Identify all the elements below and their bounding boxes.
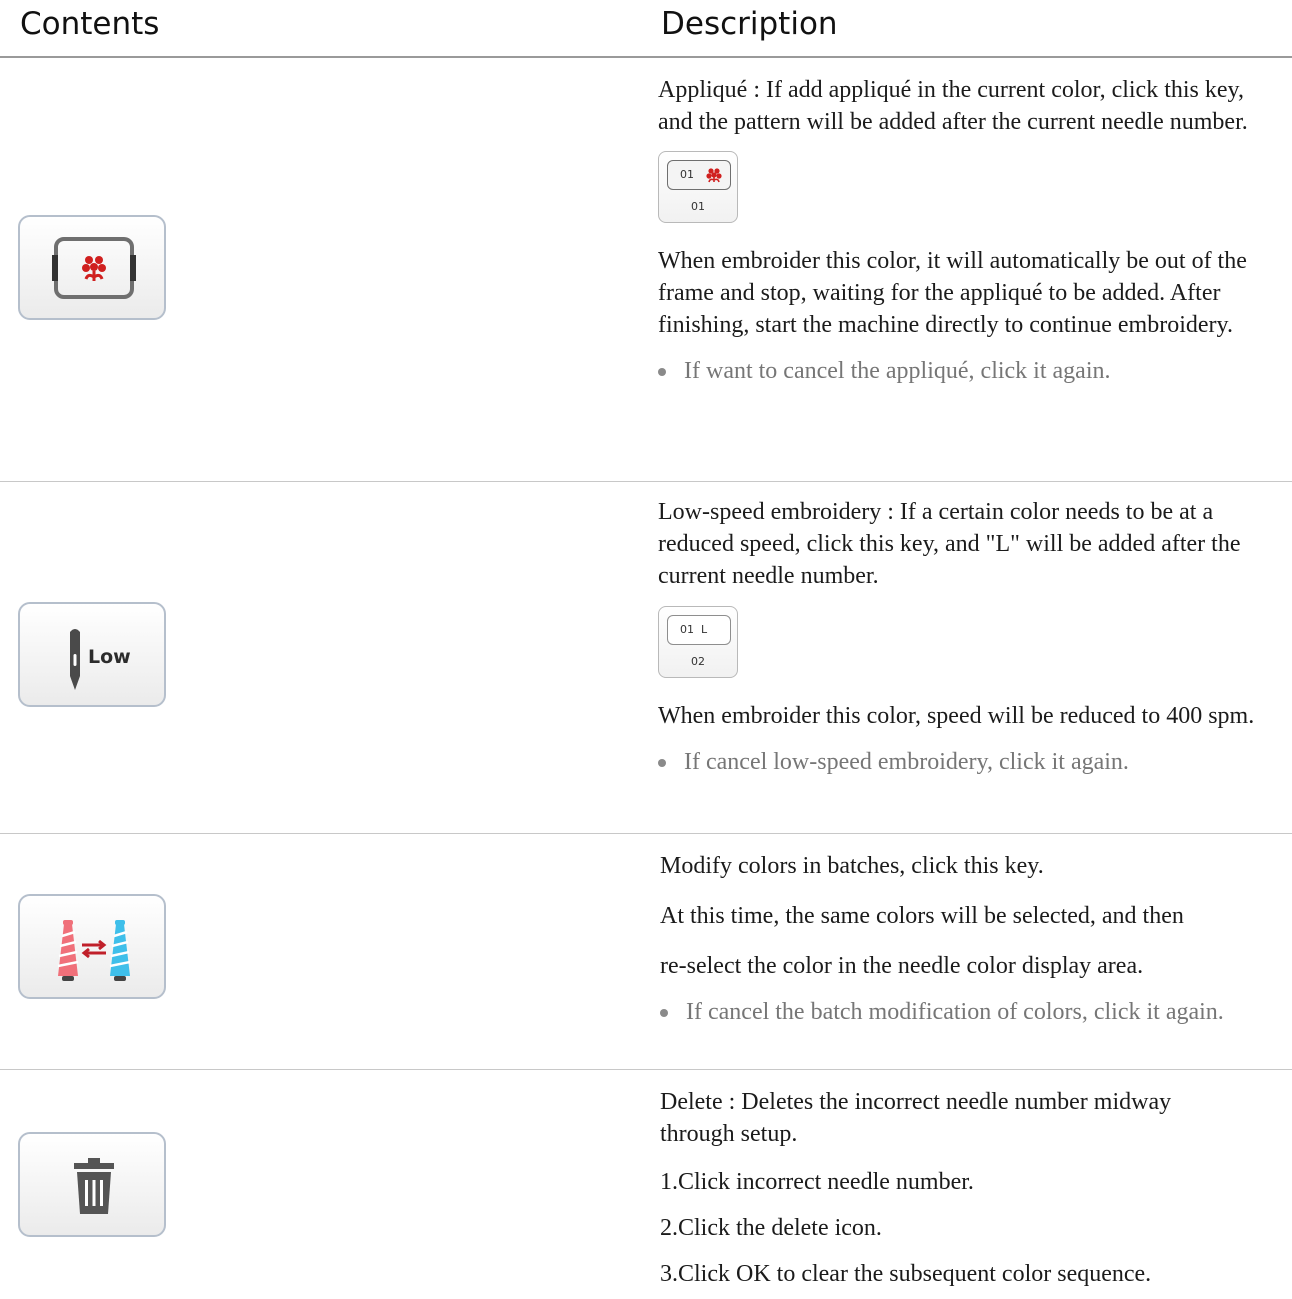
applique-frame-icon <box>52 237 136 299</box>
batch-color-line3: re-select the color in the needle color … <box>660 953 1144 979</box>
pink-thread-icon <box>57 920 79 981</box>
batch-color-note: If cancel the batch modification of colo… <box>660 996 1246 1028</box>
delete-step2: 2.Click the delete icon. <box>660 1215 882 1241</box>
low-speed-key-label: Low <box>88 646 131 668</box>
low-speed-intro: Low-speed embroidery : If a certain colo… <box>658 499 1241 589</box>
bullet-icon <box>660 1009 668 1017</box>
delete-step1: 1.Click incorrect needle number. <box>660 1169 974 1195</box>
trash-icon <box>74 1158 114 1214</box>
batch-color-line1: Modify colors in batches, click this key… <box>660 853 1044 879</box>
delete-intro: Delete : Deletes the incorrect needle nu… <box>660 1089 1172 1147</box>
table-header: Contents Description <box>0 0 1292 58</box>
applique-body: When embroider this color, it will autom… <box>658 248 1247 338</box>
flower-icon <box>706 168 722 183</box>
needle-preview-number: 02 <box>691 655 705 668</box>
needle-preview-low: 01 L 02 <box>658 606 738 678</box>
applique-note-text: If want to cancel the appliqué, click it… <box>684 358 1111 384</box>
low-speed-note: If cancel low-speed embroidery, click it… <box>658 746 1278 778</box>
needle-preview-applique: 01 01 <box>658 151 738 223</box>
needle-preview-label: 01 <box>680 168 694 181</box>
description-column-header: Description <box>661 6 838 42</box>
swap-arrows-icon <box>81 939 107 959</box>
batch-color-note-text: If cancel the batch modification of colo… <box>686 999 1224 1025</box>
delete-step3: 3.Click OK to clear the subsequent color… <box>660 1261 1152 1287</box>
needle-preview-label: 01 L <box>680 623 708 636</box>
bullet-icon <box>658 368 666 376</box>
batch-color-line2: At this time, the same colors will be se… <box>660 903 1184 929</box>
table-row-low-speed: Low Low-speed embroidery : If a certain … <box>0 482 1292 834</box>
contents-column-header: Contents <box>20 6 160 42</box>
batch-color-key-button[interactable] <box>18 894 166 999</box>
flower-icon <box>82 256 106 281</box>
low-speed-body: When embroider this color, speed will be… <box>658 703 1255 729</box>
table-row-batch-color: Modify colors in batches, click this key… <box>0 834 1292 1070</box>
bullet-icon <box>658 759 666 767</box>
applique-key-button[interactable] <box>18 215 166 320</box>
delete-key-button[interactable] <box>18 1132 166 1237</box>
low-speed-key-button[interactable]: Low <box>18 602 166 707</box>
table-row-delete: Delete : Deletes the incorrect needle nu… <box>0 1070 1292 1299</box>
needle-preview-number: 01 <box>691 200 705 213</box>
table-row-applique: Appliqué : If add appliqué in the curren… <box>0 58 1292 482</box>
blue-thread-icon <box>109 920 131 981</box>
applique-note: If want to cancel the appliqué, click it… <box>658 355 1278 387</box>
applique-intro: Appliqué : If add appliqué in the curren… <box>658 77 1248 135</box>
thread-swap-icon <box>57 920 131 981</box>
low-speed-note-text: If cancel low-speed embroidery, click it… <box>684 749 1129 775</box>
